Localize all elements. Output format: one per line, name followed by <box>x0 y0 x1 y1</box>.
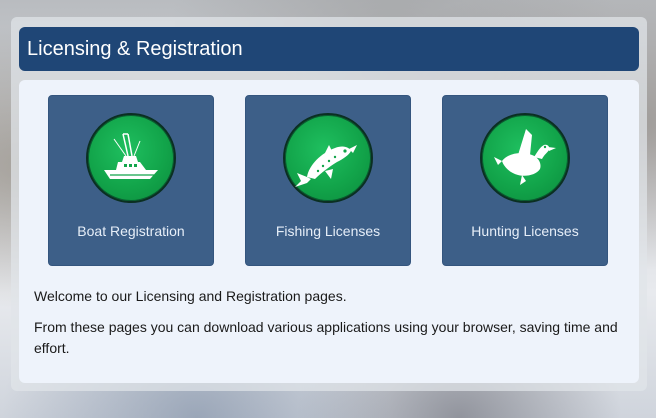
hunting-licenses-tile[interactable]: Hunting Licenses <box>442 95 608 266</box>
fish-icon <box>295 145 357 187</box>
fish-icon-circle <box>283 113 373 203</box>
page-title: Licensing & Registration <box>27 37 243 60</box>
intro-welcome-text: Welcome to our Licensing and Registratio… <box>34 288 347 304</box>
duck-icon <box>494 129 556 185</box>
duck-icon-circle <box>480 113 570 203</box>
intro-description-text: From these pages you can download variou… <box>34 319 618 356</box>
boat-icon-circle <box>86 113 176 203</box>
fishing-licenses-label: Fishing Licenses <box>275 223 381 239</box>
page-header: Licensing & Registration <box>19 27 639 71</box>
boat-registration-tile[interactable]: Boat Registration <box>48 95 214 266</box>
hunting-licenses-label: Hunting Licenses <box>471 223 579 239</box>
fishing-licenses-tile[interactable]: Fishing Licenses <box>245 95 411 266</box>
boat-registration-label: Boat Registration <box>77 223 185 239</box>
boat-icon <box>104 133 158 179</box>
